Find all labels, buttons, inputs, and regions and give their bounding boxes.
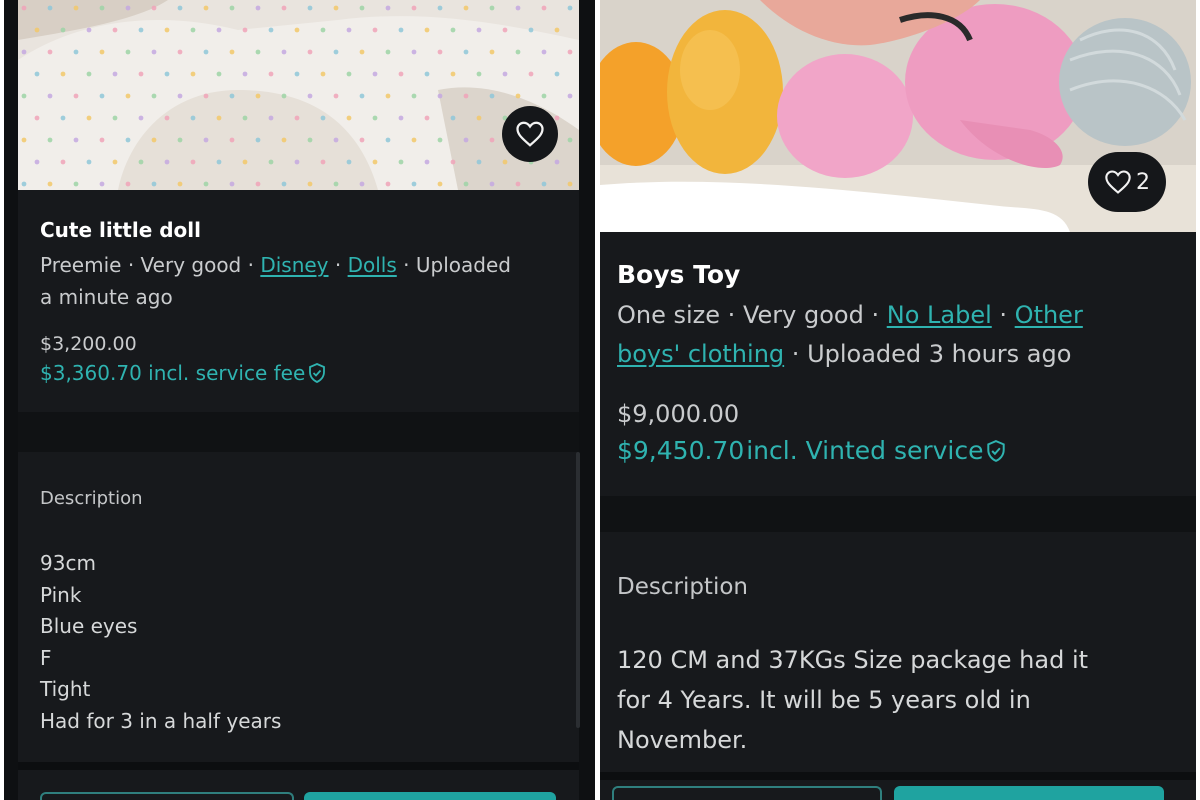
item-condition: Very good [742, 301, 864, 329]
category-link-line1: Other [1014, 301, 1083, 329]
item-price: $9,000.00 [617, 400, 740, 428]
item-attributes: Preemie · Very good · Disney · Dolls · U… [40, 249, 560, 313]
price-with-fee[interactable]: $3,360.70 incl. service fee [40, 361, 326, 385]
brand-link[interactable]: Disney [260, 253, 328, 277]
item-photo[interactable]: 2 [600, 0, 1196, 232]
item-title: Boys Toy [617, 260, 741, 289]
favourite-button[interactable]: 2 [1088, 152, 1166, 212]
item-price: $3,200.00 [40, 333, 137, 355]
separator: · [403, 253, 410, 277]
scrollbar[interactable] [576, 452, 580, 728]
item-condition: Very good [140, 253, 242, 277]
heart-icon [516, 121, 544, 147]
uploaded-time: Uploaded 3 hours ago [807, 340, 1072, 368]
uploaded-time: a minute ago [40, 285, 173, 309]
description-line: November. [617, 726, 748, 754]
price-with-fee[interactable]: $9,450.70 incl. Vinted service [617, 436, 1006, 465]
price-with-fee-amount: $9,450.70 [617, 436, 745, 465]
description-line: Blue eyes [40, 614, 138, 638]
listing-panel-right: 2 Boys Toy One size · Very good · No Lab… [600, 0, 1196, 800]
description-line: for 4 Years. It will be 5 years old in [617, 686, 1031, 714]
category-link[interactable]: Dolls [348, 253, 397, 277]
shield-check-icon [986, 439, 1005, 462]
separator: · [999, 301, 1008, 329]
primary-action-button[interactable] [894, 786, 1164, 800]
description-line: 93cm [40, 551, 96, 575]
description-line: Tight [40, 677, 91, 701]
item-size: One size [617, 301, 721, 329]
description-line: F [40, 645, 52, 670]
price-with-fee-text: incl. Vinted service [746, 436, 984, 465]
section-divider [600, 772, 1196, 780]
separator: · [334, 253, 342, 277]
secondary-action-button[interactable] [40, 792, 294, 800]
listing-panel-left: Cute little doll Preemie · Very good · D… [4, 0, 595, 800]
separator: · [791, 340, 800, 368]
description-label: Description [40, 488, 143, 509]
description-line: Had for 3 in a half years [40, 708, 282, 733]
separator: · [871, 301, 880, 329]
item-photo[interactable] [18, 0, 579, 190]
brand-link[interactable]: No Label [887, 301, 992, 329]
section-divider [18, 412, 579, 452]
separator: · [127, 253, 135, 277]
description-text: 120 CM and 37KGs Size package had it for … [617, 640, 1088, 760]
shield-check-icon [309, 363, 326, 383]
description-line: 120 CM and 37KGs Size package had it [617, 646, 1089, 674]
favourite-button[interactable] [502, 106, 558, 162]
item-size: Preemie [40, 253, 122, 277]
description-label: Description [617, 574, 748, 600]
description-text: 93cm Pink Blue eyes F Tight Had for 3 in a ha… [40, 548, 281, 737]
secondary-action-button[interactable] [612, 786, 882, 800]
category-link-line2: boys' clothing [617, 340, 785, 368]
uploaded-label: Uploaded [415, 253, 511, 277]
separator: · [247, 253, 254, 277]
description-line: Pink [40, 582, 82, 607]
favourite-count: 2 [1136, 169, 1150, 195]
price-with-fee-text: $3,360.70 incl. service fee [40, 361, 306, 385]
primary-action-button[interactable] [304, 792, 556, 800]
item-attributes: One size · Very good · No Label · Other b… [617, 296, 1187, 374]
section-divider [18, 762, 579, 770]
section-divider [600, 496, 1196, 532]
item-title: Cute little doll [40, 218, 201, 242]
heart-icon [1105, 170, 1131, 194]
photo-illustration [18, 0, 579, 190]
separator: · [727, 301, 736, 329]
